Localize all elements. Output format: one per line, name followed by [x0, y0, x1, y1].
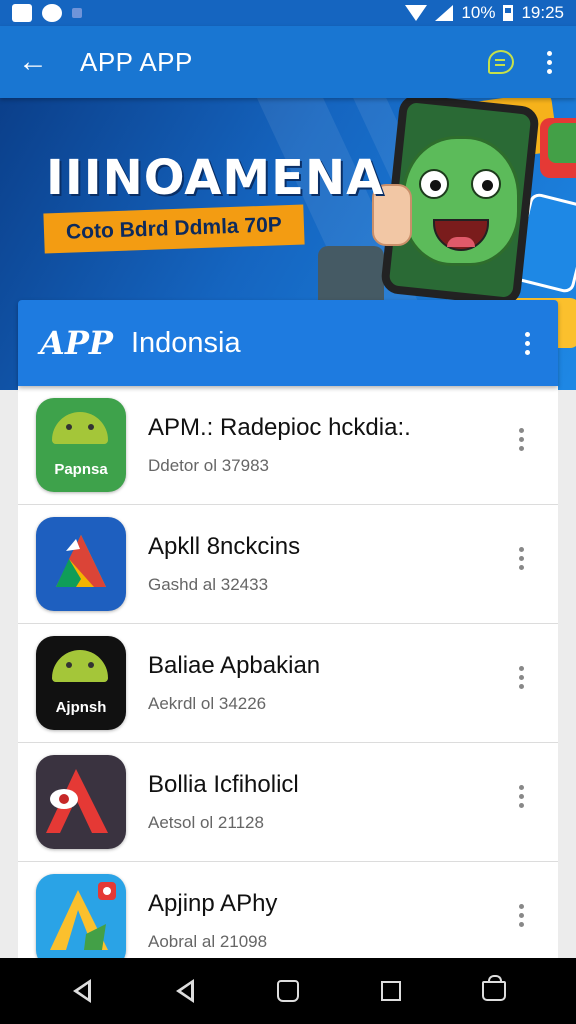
clock: 19:25 — [521, 3, 564, 22]
overflow-menu-icon[interactable] — [540, 50, 558, 74]
app-tile-decoration — [548, 123, 576, 163]
system-nav-bar — [0, 958, 576, 1024]
red-a-logo-icon — [36, 755, 126, 849]
list-item[interactable]: Bollia Icfiholicl Aetsol ol 21128 — [18, 743, 558, 862]
list-item[interactable]: Apkll 8nckcins Gashd al 32433 — [18, 505, 558, 624]
icon-label: Ajpnsh — [55, 699, 107, 716]
list-item[interactable]: Ajpnsh Baliae Apbakian Aekrdl ol 34226 — [18, 624, 558, 743]
android-icon: Ajpnsh — [36, 636, 126, 730]
wifi-icon — [405, 5, 428, 21]
card-title: Indonsia — [130, 326, 241, 359]
battery-percent: 10% — [461, 3, 496, 22]
app-name: Apkll 8nckcins — [148, 533, 301, 560]
sync-icon — [72, 8, 82, 18]
card-menu-icon[interactable] — [518, 331, 536, 355]
drive-triangle-icon — [36, 874, 126, 958]
app-name: Baliae Apbakian — [148, 652, 321, 679]
card-header: APP Indonsia — [18, 300, 558, 386]
app-subtitle: Gashd al 32433 — [148, 575, 269, 594]
nav-back-icon[interactable] — [170, 976, 200, 1006]
android-icon: Papnsa — [36, 398, 126, 492]
back-arrow-icon[interactable]: ← — [18, 47, 58, 77]
app-bar: ← APP APP — [0, 26, 576, 98]
app-name: Bollia Icfiholicl — [148, 771, 299, 798]
mascot-illustration — [402, 136, 520, 266]
icon-label: Papnsa — [54, 461, 108, 478]
app-name: Apjinp APhy — [148, 890, 278, 917]
status-bar: 10% 19:25 — [0, 0, 576, 26]
app-name: APM.: Radepioc hckdia:. — [148, 414, 411, 441]
app-list: Papnsa APM.: Radepioc hckdia:. Ddetor ol… — [18, 386, 558, 958]
app-subtitle: Aetsol ol 21128 — [148, 813, 264, 832]
list-item[interactable]: Papnsa APM.: Radepioc hckdia:. Ddetor ol… — [18, 386, 558, 505]
nav-home-icon[interactable] — [273, 976, 303, 1006]
battery-icon — [503, 5, 514, 21]
list-item[interactable]: Apjinp APhy Aobral al 21098 — [18, 862, 558, 958]
card-logo: APP — [40, 324, 113, 362]
banner-tagline: Coto Bdrd Ddmla 70P — [43, 204, 305, 254]
play-icon — [42, 4, 62, 22]
item-menu-icon[interactable] — [512, 785, 530, 808]
chat-search-icon[interactable] — [488, 50, 514, 74]
nav-recents-icon[interactable] — [376, 976, 406, 1006]
banner-title: IIINOAMENA — [46, 150, 385, 206]
nav-back-icon[interactable] — [67, 976, 97, 1006]
item-menu-icon[interactable] — [512, 666, 530, 689]
app-subtitle: Aekrdl ol 34226 — [148, 694, 267, 713]
app-subtitle: Ddetor ol 37983 — [148, 456, 269, 475]
notification-icon — [12, 4, 32, 22]
item-menu-icon[interactable] — [512, 547, 530, 570]
app-subtitle: Aobral al 21098 — [148, 932, 268, 951]
signal-icon — [435, 5, 454, 21]
item-menu-icon[interactable] — [512, 904, 530, 927]
page-title: APP APP — [80, 46, 193, 77]
item-menu-icon[interactable] — [512, 428, 530, 451]
google-drive-icon — [36, 517, 126, 611]
shopping-bag-icon[interactable] — [479, 975, 509, 1006]
